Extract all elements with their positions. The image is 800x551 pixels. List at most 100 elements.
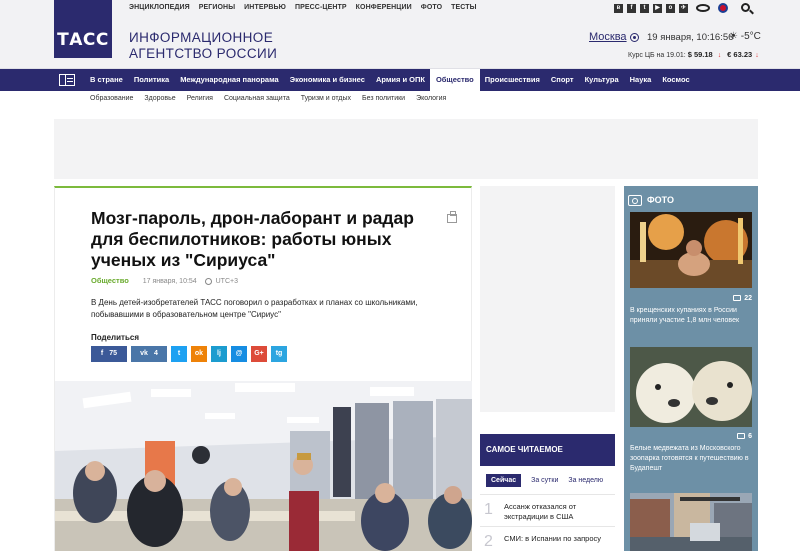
main-nav-items: В стране Политика Международная панорама… [90,69,701,91]
article-photo[interactable] [55,381,472,551]
sidebar-ad [480,186,615,412]
nav-item[interactable]: Экономика и бизнес [290,69,365,91]
photo-header[interactable]: ФОТО [628,192,674,208]
odnoklassniki-icon: ok [194,350,204,357]
share-count: 75 [109,350,118,357]
article-timezone: UTC+3 [215,278,238,285]
share-count: 4 [153,350,158,357]
facebook-share-button[interactable]: f 75 [91,346,127,362]
camera-icon [628,194,642,206]
twitter-share-button[interactable]: t [171,346,187,362]
vk-icon[interactable]: в [614,3,623,13]
topnav-item[interactable]: ТЕСТЫ [451,4,476,11]
telegram-icon[interactable]: ✈ [679,3,688,13]
tab-day[interactable]: За сутки [531,477,558,484]
facebook-icon: f [100,350,104,357]
item-title[interactable]: Ассанж отказался от экстрадиции в США [504,502,609,522]
photo-caption[interactable]: Белые медвежата из Московского зоопарка … [630,444,752,474]
brand-line-2: АГЕНТСТВО РОССИИ [129,46,278,61]
sub-nav: Образование Здоровье Религия Социальная … [90,95,457,102]
topnav-item[interactable]: ПРЕСС-ЦЕНТР [295,4,347,11]
photo-thumb[interactable] [630,493,752,551]
subnav-item[interactable]: Без политики [362,95,405,102]
most-read-list: 1 Ассанж отказался от экстрадиции в США … [480,494,615,551]
city-name: Москва [589,31,627,43]
subnav-item[interactable]: Социальная защита [224,95,290,102]
nav-item[interactable]: Международная панорама [180,69,279,91]
subnav-item[interactable]: Религия [187,95,213,102]
photo-caption[interactable]: В крещенских купаниях в России приняли у… [630,306,752,326]
topnav-item[interactable]: РЕГИОНЫ [199,4,235,11]
item-number: 2 [484,533,493,550]
nav-item[interactable]: Спорт [551,69,574,91]
youtube-icon[interactable]: ▶ [653,3,662,13]
list-item[interactable]: 2 СМИ: в Испании по запросу [480,526,615,551]
nav-item[interactable]: Происшествия [485,69,540,91]
photo-column: ФОТО 22 В крещенских купаниях в России п… [624,186,758,551]
mail-share-button[interactable]: @ [231,346,247,362]
language-flag-icon[interactable] [718,3,728,13]
location-pin-icon [629,32,639,42]
tab-now[interactable]: Сейчас [486,474,522,487]
city-selector[interactable]: Москва [589,31,639,43]
tass-logo[interactable]: ТАСС [54,0,112,58]
tab-week[interactable]: За неделю [568,477,603,484]
down-arrow-icon: ↓ [755,52,759,59]
photo-count: 22 [733,295,752,302]
article: Мозг-пароль, дрон-лаборант и радар для б… [54,186,472,551]
subnav-item[interactable]: Образование [90,95,133,102]
telegram-icon: tg [275,350,283,357]
topnav-item[interactable]: ФОТО [421,4,442,11]
menu-icon[interactable] [59,74,75,86]
nav-item[interactable]: Политика [134,69,169,91]
vk-share-button[interactable]: vk 4 [131,346,167,362]
nav-item[interactable]: В стране [90,69,123,91]
print-icon[interactable] [447,211,457,223]
twitter-icon: t [177,350,181,357]
current-datetime: 19 января, 10:16:56 [647,32,734,43]
photo-thumb[interactable] [630,347,752,427]
subnav-item[interactable]: Туризм и отдых [301,95,351,102]
most-read-header: САМОЕ ЧИТАЕМОЕ [480,434,615,466]
baptism-bathing-photo [630,212,752,288]
item-number: 1 [484,501,493,518]
odnoklassniki-icon[interactable]: о [666,3,675,13]
classroom-photo [55,381,472,551]
odnoklassniki-share-button[interactable]: ok [191,346,207,362]
photo-thumb[interactable] [630,212,752,288]
main-nav: В стране Политика Международная панорама… [0,69,800,91]
article-rubric[interactable]: Общество [91,276,129,285]
rates-label: Курс ЦБ на 19.01: [628,52,686,59]
nav-item[interactable]: Наука [630,69,652,91]
nav-item[interactable]: Космос [662,69,689,91]
article-meta: Общество 17 января, 10:54 UTC+3 [91,276,238,285]
subnav-item[interactable]: Здоровье [144,95,175,102]
topnav-item[interactable]: КОНФЕРЕНЦИИ [356,4,412,11]
vk-icon: vk [140,350,148,357]
photo-count: 6 [737,433,752,440]
facebook-icon[interactable]: f [627,3,636,13]
topnav-item[interactable]: ЭНЦИКЛОПЕДИЯ [129,4,190,11]
article-lead: В День детей-изобретателей ТАСС поговори… [91,298,418,319]
topnav-item[interactable]: ИНТЕРВЬЮ [244,4,286,11]
twitter-icon[interactable]: t [640,3,649,13]
nav-item[interactable]: Культура [585,69,619,91]
logo-text: ТАСС [57,30,109,50]
list-item[interactable]: 1 Ассанж отказался от экстрадиции в США [480,494,615,526]
sun-icon: ☀ [729,31,738,42]
camera-icon [737,433,746,440]
googleplus-icon: G+ [254,350,264,357]
subnav-item[interactable]: Экология [416,95,446,102]
search-icon[interactable] [741,3,754,15]
brand-line-1: ИНФОРМАЦИОННОЕ [129,30,274,45]
livejournal-share-button[interactable]: lj [211,346,227,362]
eye-icon[interactable] [696,4,710,12]
item-title[interactable]: СМИ: в Испании по запросу [504,534,609,544]
mail-icon: @ [235,350,243,357]
city-street-photo [630,493,752,551]
telegram-share-button[interactable]: tg [271,346,287,362]
nav-item-active[interactable]: Общество [429,69,480,91]
photo-count-value: 6 [748,433,752,440]
nav-item[interactable]: Армия и ОПК [376,69,425,91]
googleplus-share-button[interactable]: G+ [251,346,267,362]
